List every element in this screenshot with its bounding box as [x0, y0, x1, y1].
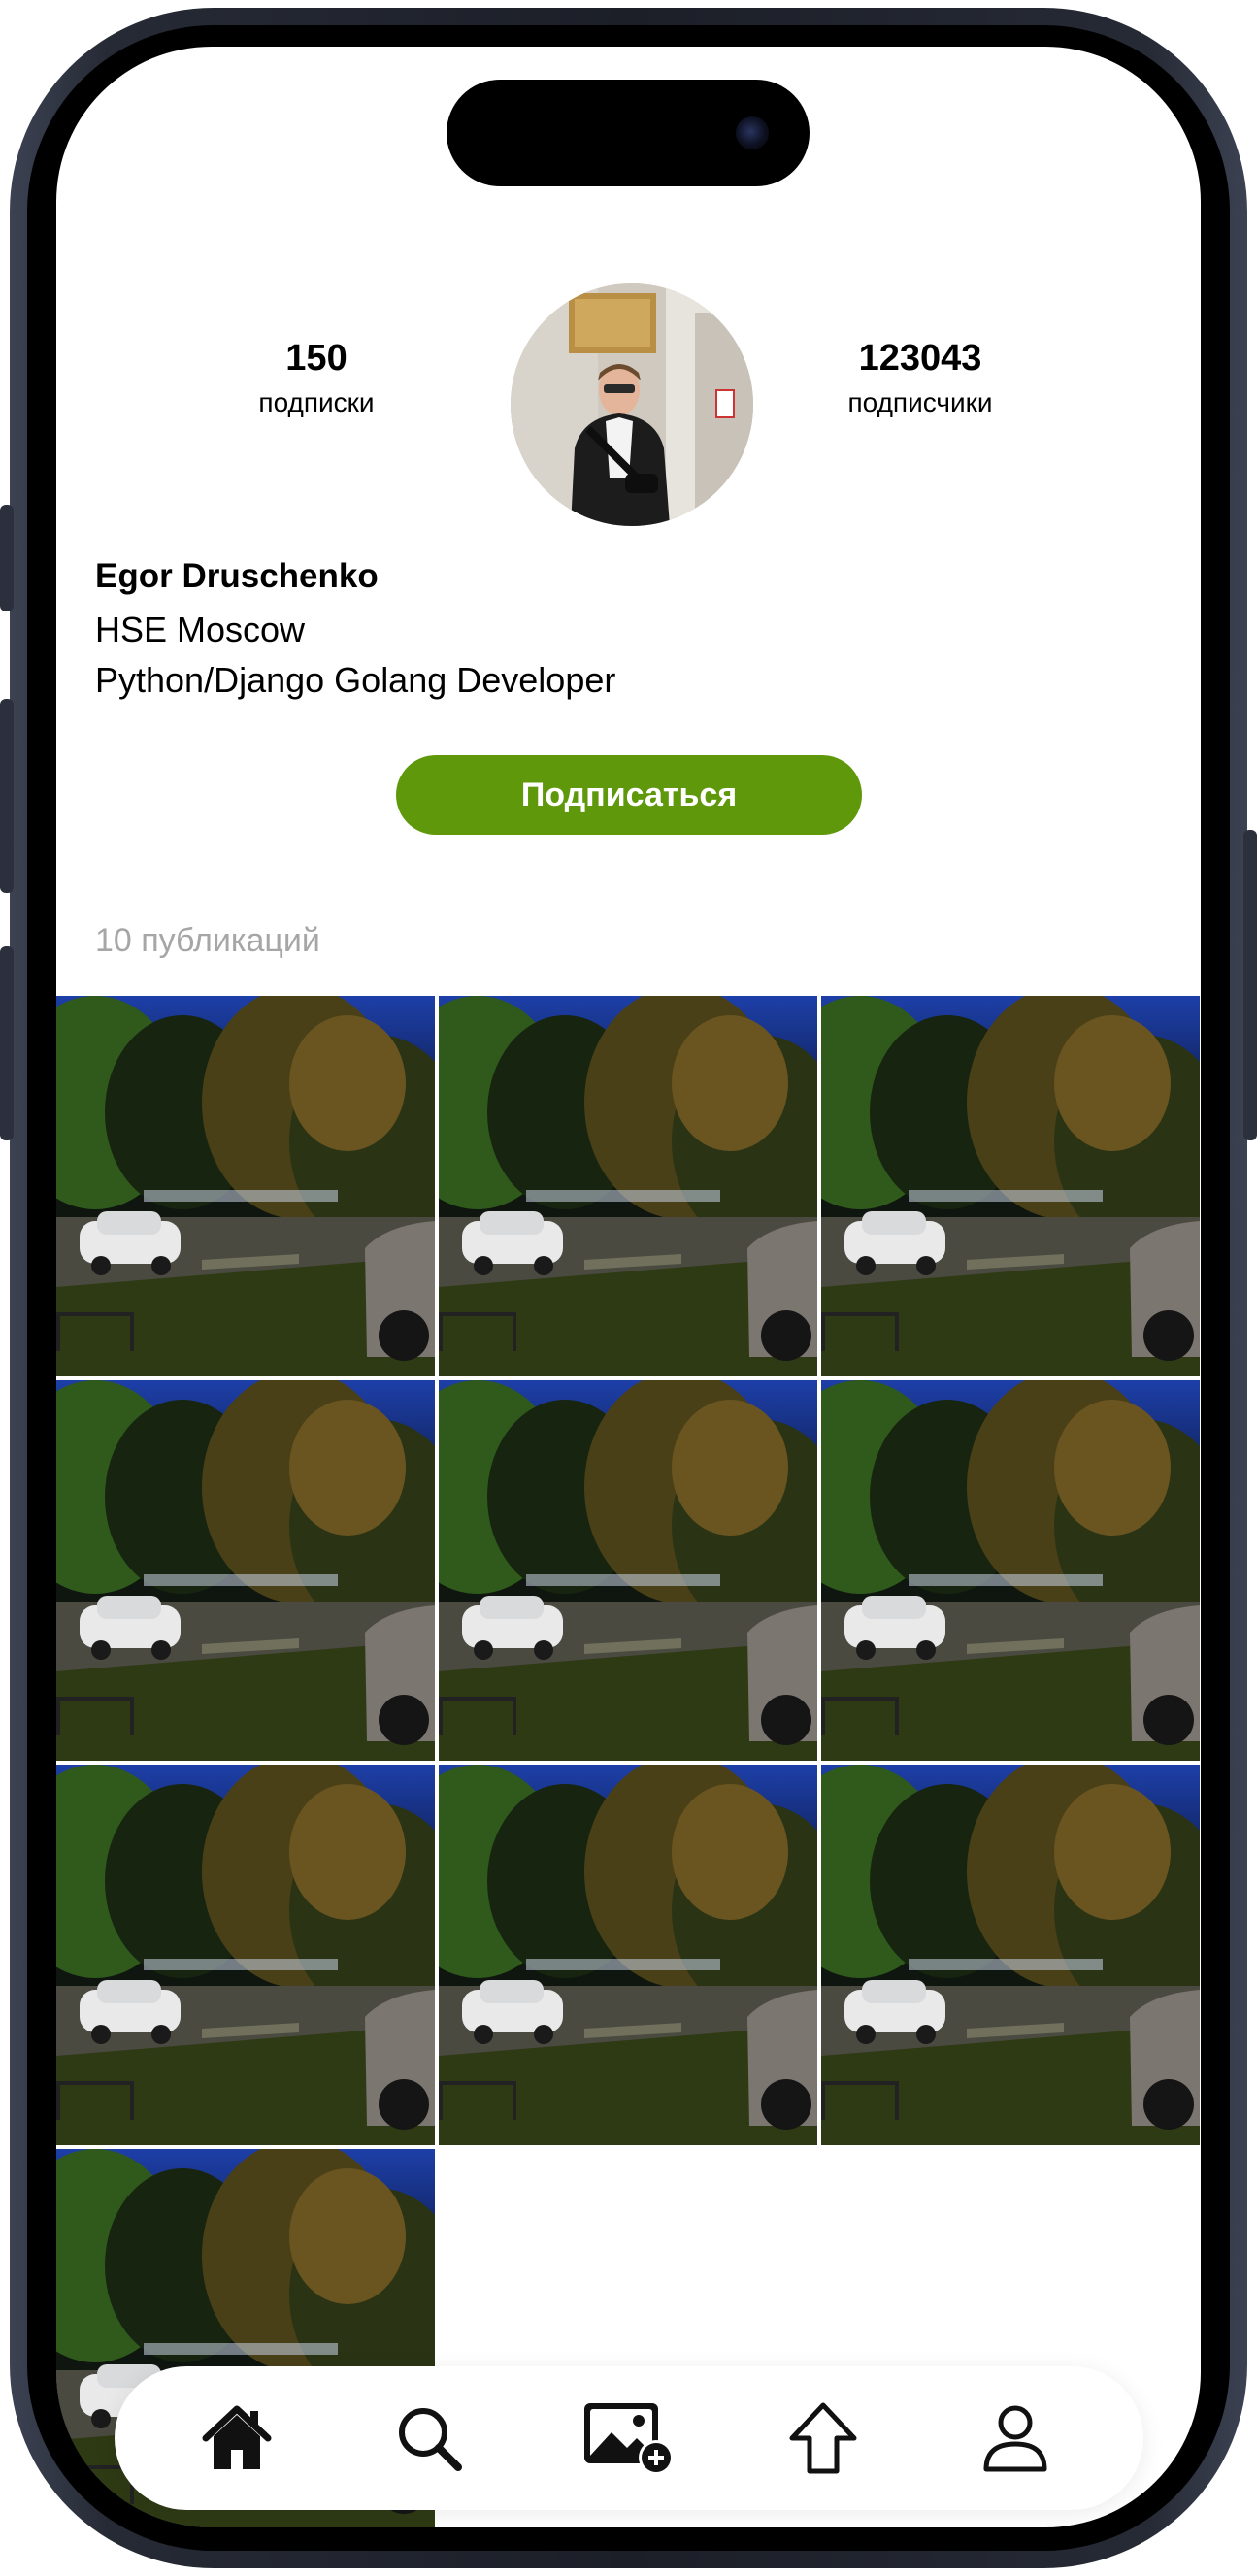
- profile-icon: [983, 2405, 1047, 2472]
- post-photo: [821, 1380, 1200, 1761]
- app-screen: 150 подписки 123043 подписчики Egor Drus…: [56, 47, 1201, 2527]
- following-stat[interactable]: 150 подписки: [171, 338, 462, 418]
- post-photo: [821, 1765, 1200, 2145]
- post-photo: [439, 1380, 817, 1761]
- post-thumbnail[interactable]: [821, 1380, 1200, 1761]
- post-thumbnail[interactable]: [821, 996, 1200, 1376]
- post-photo: [439, 996, 817, 1376]
- post-photo: [821, 996, 1200, 1376]
- tab-home[interactable]: [184, 2386, 289, 2491]
- search-icon: [399, 2408, 462, 2471]
- following-label: подписки: [258, 387, 375, 417]
- power-button: [1243, 830, 1257, 1140]
- post-thumbnail[interactable]: [439, 996, 817, 1376]
- posts-count: 10 публикаций: [95, 922, 320, 959]
- dynamic-island: [447, 80, 810, 186]
- tab-bar: [115, 2366, 1143, 2510]
- tab-profile[interactable]: [963, 2386, 1068, 2491]
- post-thumbnail[interactable]: [439, 1765, 817, 2145]
- post-photo: [56, 1380, 435, 1761]
- volume-up-button: [0, 699, 14, 893]
- action-button: [0, 505, 14, 611]
- post-photo: [56, 1765, 435, 2145]
- avatar-photo: [511, 283, 753, 526]
- following-count: 150: [285, 338, 347, 379]
- post-thumbnail[interactable]: [439, 1380, 817, 1761]
- profile-bio-line: HSE Moscow: [95, 610, 306, 649]
- avatar[interactable]: [511, 283, 753, 526]
- post-thumbnail[interactable]: [56, 1765, 435, 2145]
- post-photo: [56, 996, 435, 1376]
- tab-upload[interactable]: [771, 2386, 876, 2491]
- followers-label: подписчики: [847, 387, 993, 417]
- post-photo: [439, 1765, 817, 2145]
- followers-stat[interactable]: 123043 подписчики: [775, 338, 1066, 418]
- add-photo-icon: [584, 2403, 674, 2475]
- volume-down-button: [0, 946, 14, 1140]
- home-icon: [202, 2405, 272, 2469]
- upload-icon: [789, 2402, 857, 2474]
- post-thumbnail[interactable]: [56, 996, 435, 1376]
- follow-button[interactable]: Подписаться: [396, 755, 862, 835]
- profile-bio-line: Python/Django Golang Developer: [95, 660, 616, 700]
- profile-name: Egor Druschenko: [95, 557, 379, 595]
- followers-count: 123043: [858, 338, 982, 379]
- tab-search[interactable]: [377, 2386, 481, 2491]
- posts-grid: [56, 996, 1201, 2527]
- tab-add-photo[interactable]: [577, 2386, 681, 2491]
- post-thumbnail[interactable]: [56, 1380, 435, 1761]
- camera-lens: [736, 116, 769, 149]
- post-thumbnail[interactable]: [821, 1765, 1200, 2145]
